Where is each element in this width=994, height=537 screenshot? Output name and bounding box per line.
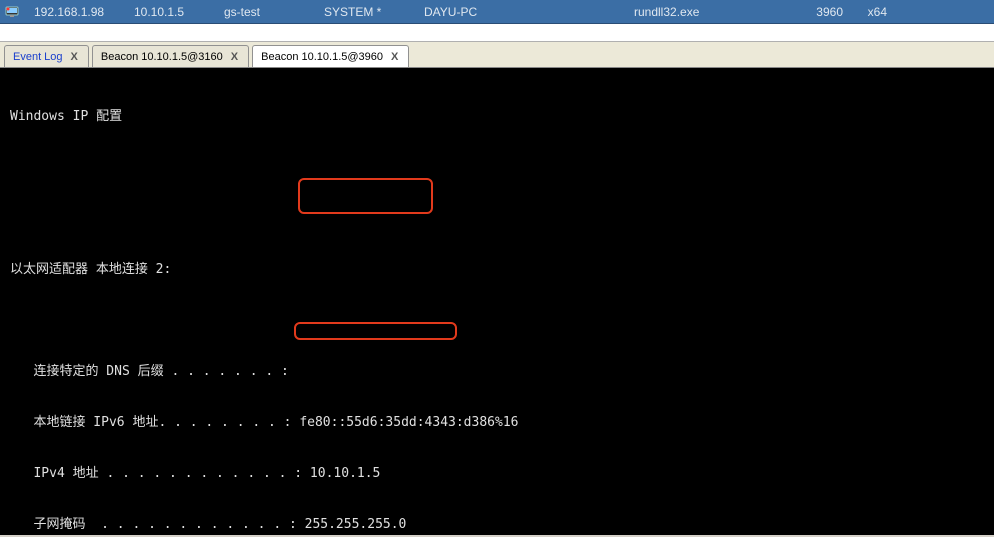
tab-label: Event Log [13,51,63,63]
terminal-line: 连接特定的 DNS 后缀 . . . . . . . : [10,363,984,380]
col-arch: x64 [851,5,901,19]
close-icon[interactable]: X [229,51,240,63]
terminal-line: Windows IP 配置 [10,108,984,125]
col-computer: DAYU-PC [416,5,526,19]
close-icon[interactable]: X [389,51,400,63]
session-row[interactable]: 192.168.1.98 10.10.1.5 gs-test SYSTEM * … [0,0,994,24]
beacon-console[interactable]: Windows IP 配置 以太网适配器 本地连接 2: 连接特定的 DNS 后… [0,68,994,535]
col-process: rundll32.exe [626,5,771,19]
divider [0,24,994,42]
terminal-line [10,210,984,227]
terminal-line: 子网掩码 . . . . . . . . . . . . : 255.255.2… [10,516,984,533]
terminal-line: 本地链接 IPv6 地址. . . . . . . . : fe80::55d6… [10,414,984,431]
session-icon [4,4,20,20]
close-icon[interactable]: X [69,51,80,63]
annotation-highlight-1 [298,178,433,214]
tab-label: Beacon 10.10.1.5@3960 [261,51,383,63]
terminal-line [10,312,984,329]
tab-label: Beacon 10.10.1.5@3160 [101,51,223,63]
tab-beacon-3160[interactable]: Beacon 10.10.1.5@3160 X [92,45,249,67]
col-user: SYSTEM * [316,5,416,19]
col-listener: gs-test [216,5,316,19]
col-internal-ip: 10.10.1.5 [126,5,216,19]
tab-event-log[interactable]: Event Log X [4,45,89,67]
terminal-line: IPv4 地址 . . . . . . . . . . . . : 10.10.… [10,465,984,482]
tabs-bar: Event Log X Beacon 10.10.1.5@3160 X Beac… [0,42,994,68]
terminal-line: 以太网适配器 本地连接 2: [10,261,984,278]
col-external-ip: 192.168.1.98 [26,5,126,19]
col-pid: 3960 [771,5,851,19]
tab-beacon-3960[interactable]: Beacon 10.10.1.5@3960 X [252,45,409,67]
terminal-line [10,159,984,176]
